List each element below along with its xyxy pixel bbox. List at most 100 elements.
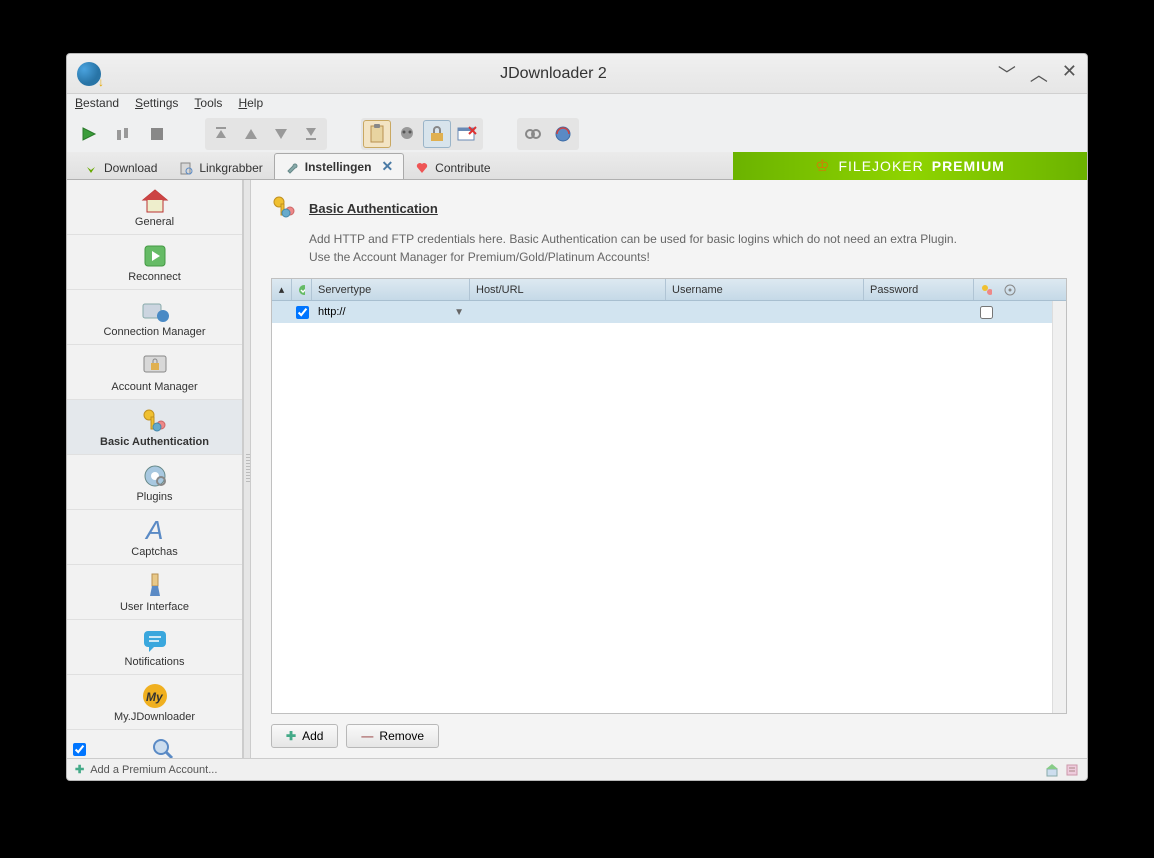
reconnect-icon bbox=[140, 241, 170, 271]
dropdown-icon: ▼ bbox=[454, 307, 464, 318]
col-username[interactable]: Username bbox=[666, 279, 864, 300]
tab-close-button[interactable]: ✕ bbox=[381, 158, 393, 175]
window-controls: ﹀ ︿ ✕ bbox=[998, 61, 1077, 87]
settings-sidebar: General Reconnect Connection Manager Acc… bbox=[67, 180, 243, 758]
status-add-premium[interactable]: Add a Premium Account... bbox=[90, 764, 217, 776]
play-button[interactable] bbox=[75, 120, 103, 148]
add-button[interactable]: ✚ Add bbox=[271, 724, 338, 748]
globe-refresh-button[interactable] bbox=[549, 120, 577, 148]
sidebar-item-label: Account Manager bbox=[111, 381, 197, 393]
promo-brand: FILEJOKER bbox=[838, 158, 923, 174]
sidebar-checkbox[interactable] bbox=[73, 743, 86, 756]
home-icon bbox=[140, 186, 170, 216]
tabbar: Download Linkgrabber Instellingen ✕ Cont… bbox=[67, 152, 1087, 180]
table-header: ▴ Servertype Host/URL Username Password bbox=[272, 279, 1066, 301]
status-icon-log[interactable] bbox=[1065, 763, 1079, 777]
window-x-button[interactable] bbox=[453, 120, 481, 148]
row-host-cell[interactable] bbox=[470, 301, 666, 323]
menu-tools[interactable]: Tools bbox=[194, 96, 222, 114]
panel-header: Basic Authentication bbox=[271, 194, 1067, 222]
sidebar-item-label: Reconnect bbox=[128, 271, 181, 283]
row-enabled-checkbox[interactable] bbox=[296, 306, 309, 319]
pause-button[interactable] bbox=[109, 120, 137, 148]
speech-icon bbox=[140, 626, 170, 656]
tab-label: Instellingen bbox=[305, 160, 372, 174]
sidebar-item-basic-auth[interactable]: Basic Authentication bbox=[67, 400, 242, 455]
col-settings[interactable] bbox=[998, 279, 1022, 300]
heart-icon bbox=[415, 161, 429, 175]
col-enabled[interactable] bbox=[292, 279, 312, 300]
captcha-icon: A bbox=[140, 516, 170, 546]
maximize-button[interactable]: ︿ bbox=[1030, 61, 1048, 87]
clipboard-button[interactable] bbox=[363, 120, 391, 148]
main-panel: Basic Authentication Add HTTP and FTP cr… bbox=[251, 180, 1087, 758]
scrollbar[interactable] bbox=[1052, 301, 1066, 713]
row-username-cell[interactable] bbox=[666, 301, 864, 323]
chain-button[interactable] bbox=[519, 120, 547, 148]
sidebar-item-connection[interactable]: Connection Manager bbox=[67, 290, 242, 345]
sidebar-item-captchas[interactable]: A Captchas bbox=[67, 510, 242, 565]
app-icon bbox=[77, 62, 101, 86]
app-window: JDownloader 2 ﹀ ︿ ✕ Bestand Settings Too… bbox=[66, 53, 1088, 781]
tab-label: Download bbox=[104, 161, 157, 175]
brush-icon bbox=[140, 571, 170, 601]
add-label: Add bbox=[302, 729, 323, 743]
row-lock-checkbox[interactable] bbox=[980, 306, 993, 319]
svg-text:My: My bbox=[146, 690, 164, 704]
sidebar-item-label: Connection Manager bbox=[103, 326, 205, 338]
titlebar: JDownloader 2 ﹀ ︿ ✕ bbox=[67, 54, 1087, 94]
tab-download[interactable]: Download bbox=[73, 156, 168, 179]
minimize-button[interactable]: ﹀ bbox=[998, 61, 1016, 87]
move-down-button[interactable] bbox=[267, 120, 295, 148]
menubar: Bestand Settings Tools Help bbox=[67, 94, 1087, 116]
move-top-button[interactable] bbox=[207, 120, 235, 148]
plus-icon: ✚ bbox=[75, 763, 84, 776]
close-button[interactable]: ✕ bbox=[1062, 61, 1077, 87]
col-keyicon[interactable] bbox=[974, 279, 998, 300]
myjd-icon: My bbox=[140, 681, 170, 711]
sidebar-item-myjd[interactable]: My My.JDownloader bbox=[67, 675, 242, 730]
col-host[interactable]: Host/URL bbox=[470, 279, 666, 300]
sidebar-item-notifications[interactable]: Notifications bbox=[67, 620, 242, 675]
panel-description: Add HTTP and FTP credentials here. Basic… bbox=[309, 230, 1067, 266]
magnify-icon bbox=[148, 734, 178, 758]
statusbar: ✚ Add a Premium Account... bbox=[67, 758, 1087, 780]
promo-banner[interactable]: ♔ FILEJOKER PREMIUM bbox=[733, 152, 1087, 180]
remove-button[interactable]: — Remove bbox=[346, 724, 439, 748]
lock-monitor-icon bbox=[140, 351, 170, 381]
status-icon-home[interactable] bbox=[1045, 763, 1059, 777]
menu-settings[interactable]: Settings bbox=[135, 96, 178, 114]
sidebar-item-account[interactable]: Account Manager bbox=[67, 345, 242, 400]
wrench-icon bbox=[285, 160, 299, 174]
col-sort[interactable]: ▴ bbox=[272, 279, 292, 300]
move-bottom-button[interactable] bbox=[297, 120, 325, 148]
col-servertype[interactable]: Servertype bbox=[312, 279, 470, 300]
sidebar-item-label: Basic Authentication bbox=[100, 436, 209, 448]
row-servertype-cell[interactable]: http:// ▼ bbox=[312, 301, 470, 323]
skull-button[interactable] bbox=[393, 120, 421, 148]
sidebar-item-general[interactable]: General bbox=[67, 180, 242, 235]
sidebar-item-label: Notifications bbox=[125, 656, 185, 668]
button-row: ✚ Add — Remove bbox=[271, 724, 1067, 748]
menu-bestand[interactable]: Bestand bbox=[75, 96, 119, 114]
menu-help[interactable]: Help bbox=[238, 96, 263, 114]
tab-linkgrabber[interactable]: Linkgrabber bbox=[168, 156, 273, 179]
table-row[interactable]: http:// ▼ bbox=[272, 301, 1066, 323]
tab-contribute[interactable]: Contribute bbox=[404, 156, 501, 179]
key-users-icon bbox=[140, 406, 170, 436]
connection-icon bbox=[140, 296, 170, 326]
sidebar-splitter[interactable] bbox=[243, 180, 251, 758]
crown-icon: ♔ bbox=[815, 156, 830, 176]
col-password[interactable]: Password bbox=[864, 279, 974, 300]
sidebar-item-ui[interactable]: User Interface bbox=[67, 565, 242, 620]
move-up-button[interactable] bbox=[237, 120, 265, 148]
sidebar-item-reconnect[interactable]: Reconnect bbox=[67, 235, 242, 290]
sidebar-item-plugins[interactable]: Plugins bbox=[67, 455, 242, 510]
tab-instellingen[interactable]: Instellingen ✕ bbox=[274, 153, 404, 179]
lock-folder-button[interactable] bbox=[423, 120, 451, 148]
clipboard-icon bbox=[179, 161, 193, 175]
tab-label: Linkgrabber bbox=[199, 161, 262, 175]
row-password-cell[interactable] bbox=[864, 301, 974, 323]
stop-button[interactable] bbox=[143, 120, 171, 148]
content-area: General Reconnect Connection Manager Acc… bbox=[67, 180, 1087, 758]
